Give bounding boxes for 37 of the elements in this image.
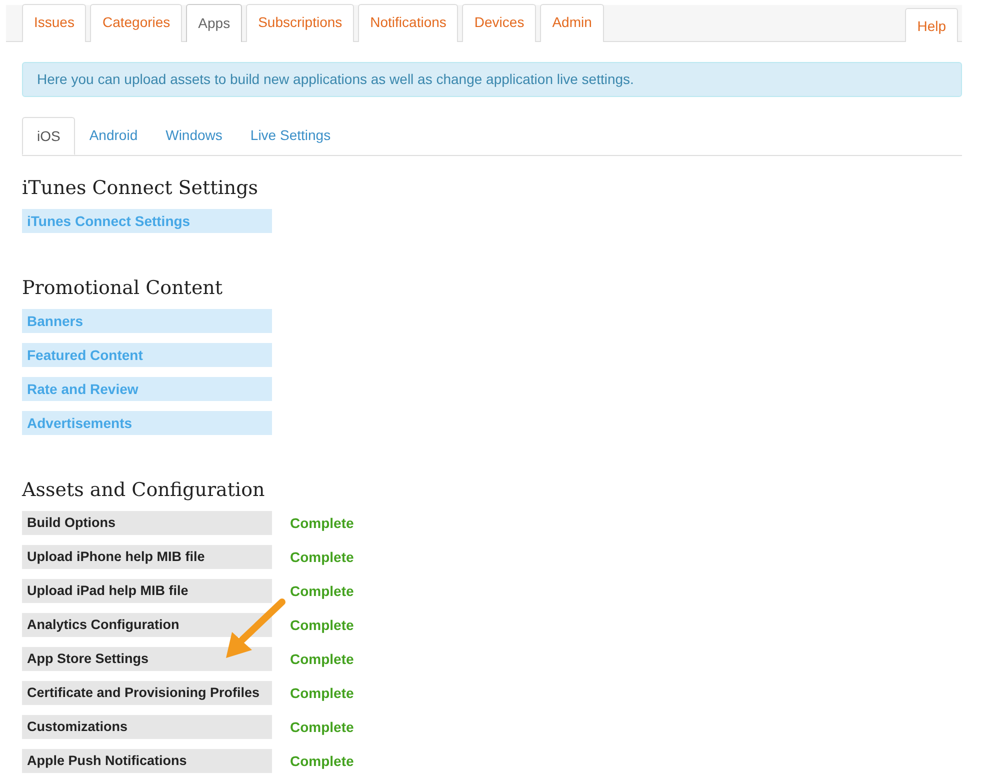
settings-link[interactable]: iTunes Connect Settings (22, 209, 272, 233)
status-label: Complete (290, 684, 354, 703)
settings-link[interactable]: Featured Content (22, 343, 272, 367)
nav-tab[interactable]: Subscriptions (246, 4, 354, 42)
task-link[interactable]: Analytics Configuration (22, 613, 272, 637)
status-label: Complete (290, 718, 354, 737)
task-link[interactable]: Upload iPhone help MIB file (22, 545, 272, 569)
task-link[interactable]: Apple Push Notifications (22, 749, 272, 773)
info-alert: Here you can upload assets to build new applications as well as change application live settings. (22, 62, 962, 97)
status-label: Complete (290, 752, 354, 771)
settings-link[interactable]: Banners (22, 309, 272, 333)
task-link[interactable]: App Store Settings (22, 647, 272, 671)
nav-tab[interactable]: Devices (462, 4, 536, 42)
task-link[interactable]: Upload iPad help MIB file (22, 579, 272, 603)
nav-tab[interactable]: Apps (186, 4, 242, 42)
status-label: Complete (290, 616, 354, 635)
status-label: Complete (290, 650, 354, 669)
platform-tab[interactable]: Live Settings (236, 117, 345, 155)
nav-tab[interactable]: Admin (540, 4, 604, 42)
platform-tab[interactable]: Windows (152, 117, 236, 155)
platform-tab[interactable]: Android (75, 117, 152, 155)
nav-tab[interactable]: Issues (22, 4, 86, 42)
status-label: Complete (290, 582, 354, 601)
nav-tab[interactable]: Notifications (358, 4, 458, 42)
status-label: Complete (290, 548, 354, 567)
section-heading: iTunes Connect Settings (22, 176, 260, 200)
settings-link[interactable]: Rate and Review (22, 377, 272, 401)
nav-tab[interactable]: Categories (90, 4, 182, 42)
help-tab[interactable]: Help (905, 8, 958, 42)
platform-tab[interactable]: iOS (22, 117, 76, 155)
settings-link[interactable]: Advertisements (22, 411, 272, 435)
task-link[interactable]: Build Options (22, 511, 272, 535)
task-link[interactable]: Customizations (22, 715, 272, 739)
section-heading: Assets and Configuration (22, 478, 266, 502)
task-link[interactable]: Certificate and Provisioning Profiles (22, 681, 272, 705)
status-label: Complete (290, 514, 354, 533)
section-heading: Promotional Content (22, 276, 224, 300)
